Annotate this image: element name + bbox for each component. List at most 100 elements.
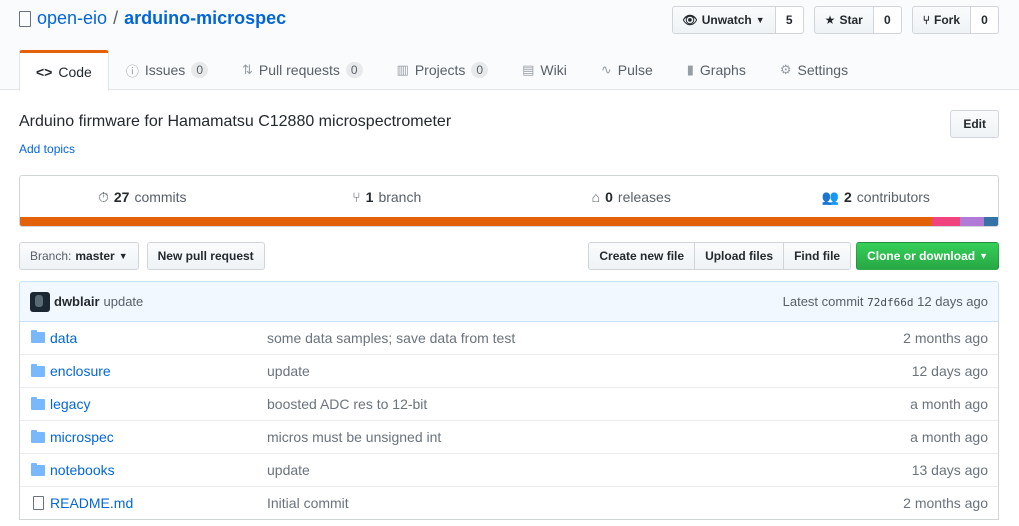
branches-link[interactable]: ⑂ 1 branch xyxy=(265,189,510,205)
latest-commit-age: 12 days ago xyxy=(917,294,988,309)
file-name-link[interactable]: notebooks xyxy=(50,462,267,478)
language-segment[interactable] xyxy=(932,217,960,226)
latest-commit-prefix: Latest commit xyxy=(782,294,864,309)
issues-counter: 0 xyxy=(191,62,208,78)
releases-link[interactable]: ⌂ 0 releases xyxy=(509,189,754,205)
avatar[interactable] xyxy=(30,291,50,312)
fork-group: ⑂ Fork 0 xyxy=(911,6,999,34)
file-name-link[interactable]: README.md xyxy=(50,495,267,511)
file-age: 13 days ago xyxy=(911,462,988,478)
tab-graphs[interactable]: ▮ Graphs xyxy=(670,50,763,90)
add-topics-link[interactable]: Add topics xyxy=(19,142,75,156)
find-file-button[interactable]: Find file xyxy=(783,242,852,270)
watchers-count[interactable]: 5 xyxy=(775,6,804,34)
file-age: a month ago xyxy=(910,396,988,412)
language-segment[interactable] xyxy=(20,217,933,226)
repo-owner-link[interactable]: open-eio xyxy=(37,8,107,29)
file-commit-message-link[interactable]: Initial commit xyxy=(267,495,903,511)
star-label: Star xyxy=(839,13,863,27)
new-pull-request-button[interactable]: New pull request xyxy=(146,242,265,270)
file-list: data some data samples; save data from te… xyxy=(19,321,999,520)
caret-down-icon: ▼ xyxy=(755,15,765,25)
commit-sha-link[interactable]: 72df66d xyxy=(867,296,913,309)
table-row: legacy boosted ADC res to 12-bit a month a… xyxy=(20,387,998,420)
file-name-link[interactable]: enclosure xyxy=(50,363,267,379)
file-commit-message-link[interactable]: update xyxy=(267,363,912,379)
repo-title: open-eio / arduino-microspec xyxy=(19,8,286,29)
contributors-link[interactable]: 👥 2 contributors xyxy=(754,189,999,206)
branch-select-button[interactable]: Branch: master ▼ xyxy=(19,242,139,270)
language-segment[interactable] xyxy=(984,217,998,226)
commits-link[interactable]: ⏱ 27 commits xyxy=(20,189,265,206)
branches-count: 1 xyxy=(365,189,374,205)
file-commit-message-link[interactable]: boosted ADC res to 12-bit xyxy=(267,396,910,412)
tab-code-label: Code xyxy=(58,63,92,80)
latest-commit-info: Latest commit 72df66d 12 days ago xyxy=(783,294,988,309)
commits-count: 27 xyxy=(113,189,130,205)
star-group: ★ Star 0 xyxy=(813,6,902,34)
file-age: 12 days ago xyxy=(911,363,988,379)
repo-description: Arduino firmware for Hamamatsu C12880 mi… xyxy=(19,113,452,130)
repo-header: open-eio / arduino-microspec 👁 Unwatch ▼… xyxy=(0,0,1019,91)
fork-icon: ⑂ xyxy=(922,13,930,27)
branch-prefix: Branch: xyxy=(30,249,72,263)
file-name-link[interactable]: data xyxy=(50,330,267,346)
unwatch-button[interactable]: 👁 Unwatch ▼ xyxy=(671,6,776,34)
file-commit-message-link[interactable]: micros must be unsigned int xyxy=(267,429,910,445)
file-navigation-right: Create new file Upload files Find file C… xyxy=(588,242,999,270)
pull-request-icon: ⇅ xyxy=(242,62,253,77)
file-commit-message-link[interactable]: update xyxy=(267,462,912,478)
folder-icon xyxy=(30,462,46,478)
file-age: 2 months ago xyxy=(903,329,988,346)
tab-issues[interactable]: ⓘ Issues 0 xyxy=(109,50,225,90)
releases-label: releases xyxy=(617,189,671,205)
forks-count[interactable]: 0 xyxy=(971,6,999,34)
people-icon: 👥 xyxy=(821,188,839,205)
stargazers-count[interactable]: 0 xyxy=(873,6,902,34)
commit-message-link[interactable]: update xyxy=(104,294,144,309)
table-row: enclosure update 12 days ago xyxy=(20,354,998,387)
language-segment[interactable] xyxy=(959,217,985,226)
tab-pull-requests[interactable]: ⇅ Pull requests 0 xyxy=(225,50,380,90)
folder-icon xyxy=(30,396,46,412)
tab-graphs-label: Graphs xyxy=(699,62,746,78)
file-actions-group: Create new file Upload files Find file xyxy=(588,242,852,270)
upload-files-button[interactable]: Upload files xyxy=(694,242,785,270)
tab-projects[interactable]: ▥ Projects 0 xyxy=(380,50,506,90)
pull-requests-counter: 0 xyxy=(345,62,363,78)
tab-wiki[interactable]: ▤ Wiki xyxy=(505,50,584,90)
numbers-summary: ⏱ 27 commits ⑂ 1 branch ⌂ 0 releases 👥 2… xyxy=(19,175,999,227)
file-name-link[interactable]: legacy xyxy=(50,396,267,412)
edit-description-button[interactable]: Edit xyxy=(950,110,999,138)
create-new-file-button[interactable]: Create new file xyxy=(588,242,696,270)
repo-icon xyxy=(19,10,31,27)
table-row: microspec micros must be unsigned int a mo… xyxy=(20,420,998,453)
repo-separator: / xyxy=(113,8,119,28)
fork-button[interactable]: ⑂ Fork xyxy=(911,6,971,34)
table-row: notebooks update 13 days ago xyxy=(20,453,998,486)
tag-icon: ⌂ xyxy=(591,189,601,205)
contributors-label: contributors xyxy=(856,189,930,205)
tab-code[interactable]: <> Code xyxy=(19,50,109,91)
file-name-link[interactable]: microspec xyxy=(50,429,267,445)
watch-group: 👁 Unwatch ▼ 5 xyxy=(671,6,804,34)
table-row: README.md Initial commit 2 months ago xyxy=(20,486,998,519)
language-bar[interactable] xyxy=(20,217,998,226)
file-icon xyxy=(30,495,46,511)
star-icon: ★ xyxy=(824,13,836,27)
releases-count: 0 xyxy=(605,189,613,205)
tab-pulse[interactable]: ∿ Pulse xyxy=(584,50,670,90)
repo-actions: 👁 Unwatch ▼ 5 ★ Star 0 ⑂ Fork 0 xyxy=(671,6,999,34)
fork-label: Fork xyxy=(933,13,960,27)
projects-counter: 0 xyxy=(471,62,489,78)
repo-name-link[interactable]: arduino-microspec xyxy=(124,8,286,29)
tab-settings[interactable]: ⚙ Settings xyxy=(763,50,865,90)
code-icon: <> xyxy=(36,63,53,80)
gear-icon: ⚙ xyxy=(779,62,792,77)
file-commit-message-link[interactable]: some data samples; save data from test xyxy=(267,330,903,346)
caret-down-icon: ▼ xyxy=(979,251,988,261)
file-navigation-left: Branch: master ▼ New pull request xyxy=(19,242,265,270)
star-button[interactable]: ★ Star xyxy=(813,6,874,34)
clone-or-download-button[interactable]: Clone or download ▼ xyxy=(856,242,999,270)
commit-author-link[interactable]: dwblair xyxy=(54,294,100,309)
